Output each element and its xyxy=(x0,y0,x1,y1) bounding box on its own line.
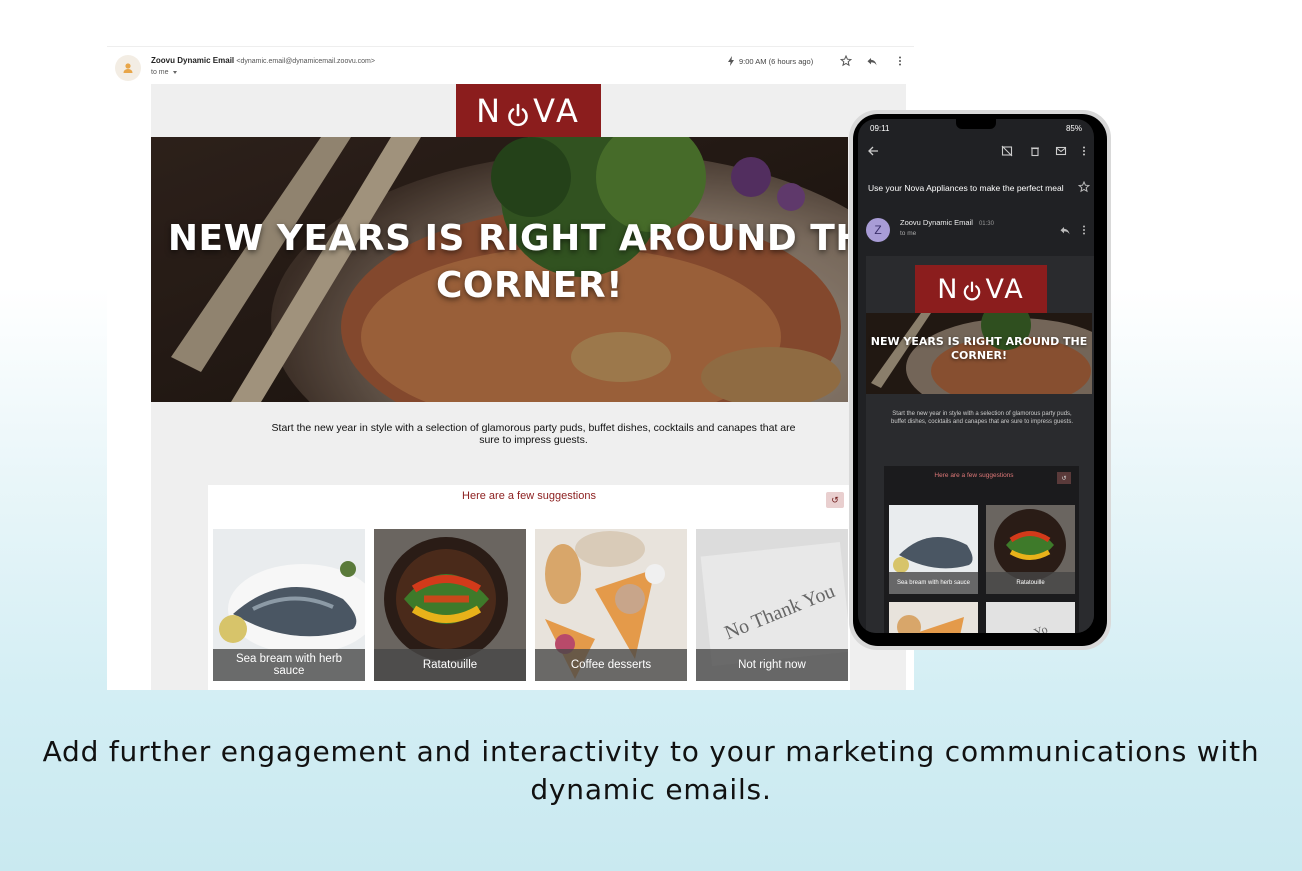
more-vert-icon xyxy=(1083,146,1085,156)
card-label: Coffee desserts xyxy=(535,649,687,681)
card-label: Sea bream with herb sauce xyxy=(213,649,365,681)
reply-icon xyxy=(867,58,877,66)
sender-name[interactable]: Zoovu Dynamic Email xyxy=(151,56,234,65)
phone-toolbar xyxy=(858,139,1094,163)
status-battery: 85% xyxy=(1065,123,1082,133)
more-vert-icon xyxy=(899,56,901,66)
card-label: Sea bream with herb sauce xyxy=(889,572,978,594)
power-icon xyxy=(961,278,983,301)
star-icon[interactable] xyxy=(1078,181,1090,193)
star-button[interactable] xyxy=(839,54,853,68)
phone-sender-name: Zoovu Dynamic Email xyxy=(900,218,973,227)
phone-mockup: 09:11 85% Use your Nova Appliances to ma… xyxy=(849,110,1111,650)
email-body: N VA NEW YEARS IS RIGHT AROUND THE CORNE… xyxy=(151,84,906,690)
phone-sender: Zoovu Dynamic Email 01:30 xyxy=(900,218,994,227)
recipient-toggle[interactable]: to me xyxy=(151,69,177,76)
phone-more-button[interactable] xyxy=(1077,144,1091,158)
status-time: 09:11 xyxy=(870,123,890,133)
phone-card-not-right-now[interactable]: Yo xyxy=(986,602,1075,633)
hero-banner: NEW YEARS IS RIGHT AROUND THE CORNER! xyxy=(151,137,848,402)
power-icon xyxy=(505,98,531,126)
phone-card-coffee-desserts[interactable] xyxy=(889,602,978,633)
suggestion-card-not-right-now[interactable]: No Thank You Not right now xyxy=(696,529,848,681)
marketing-caption: Add further engagement and interactivity… xyxy=(42,735,1260,806)
logo-letters-right: VA xyxy=(533,91,581,130)
hero-title: NEW YEARS IS RIGHT AROUND THE CORNER! xyxy=(167,218,848,306)
coffee-desserts-image xyxy=(889,602,978,633)
refresh-icon: ↺ xyxy=(1061,475,1067,482)
timestamp: 9:00 AM (6 hours ago) xyxy=(727,56,813,66)
more-vert-icon[interactable] xyxy=(1079,224,1089,236)
card-label: Ratatouille xyxy=(986,572,1075,594)
card-label: Ratatouille xyxy=(374,649,526,681)
logo-letters-left: N xyxy=(937,273,960,305)
phone-recipient[interactable]: to me xyxy=(900,230,916,237)
archive-icon xyxy=(1001,145,1013,157)
back-button[interactable] xyxy=(866,144,880,158)
phone-sender-avatar[interactable]: Z xyxy=(866,218,890,242)
refresh-icon: ↺ xyxy=(831,494,839,505)
suggestions-panel: Here are a few suggestions ↺ Sea bream w… xyxy=(208,485,850,690)
logo-letters-left: N xyxy=(476,91,504,130)
timestamp-text: 9:00 AM (6 hours ago) xyxy=(739,56,814,66)
status-bar: 09:11 85% xyxy=(858,119,1094,137)
suggestion-card-ratatouille[interactable]: Ratatouille xyxy=(374,529,526,681)
suggestion-cards: Sea bream with herb sauce Ratatouille Co… xyxy=(213,529,848,681)
phone-card-sea-bream[interactable]: Sea bream with herb sauce xyxy=(889,505,978,594)
back-arrow-icon xyxy=(868,146,878,156)
mail-icon xyxy=(1055,146,1067,156)
phone-suggestions-panel: Here are a few suggestions ↺ Sea bream w… xyxy=(884,466,1079,633)
delete-button[interactable] xyxy=(1028,144,1042,158)
phone-intro-text: Start the new year in style with a selec… xyxy=(891,411,1073,425)
reply-button[interactable] xyxy=(865,54,879,68)
phone-refresh-button[interactable]: ↺ xyxy=(1057,472,1071,484)
person-avatar-icon xyxy=(123,63,133,73)
logo-letters-right: VA xyxy=(985,273,1025,305)
trash-icon xyxy=(1031,147,1039,157)
bolt-icon xyxy=(728,56,734,66)
phone-subject: Use your Nova Appliances to make the per… xyxy=(868,183,1064,193)
archive-button[interactable] xyxy=(1000,144,1014,158)
phone-nova-logo: N VA xyxy=(915,265,1047,313)
suggestion-card-sea-bream[interactable]: Sea bream with herb sauce xyxy=(213,529,365,681)
phone-time: 01:30 xyxy=(978,221,994,227)
phone-suggestions-title: Here are a few suggestions xyxy=(934,472,1014,479)
phone-screen: 09:11 85% Use your Nova Appliances to ma… xyxy=(858,119,1094,633)
mark-unread-button[interactable] xyxy=(1054,144,1068,158)
caret-down-icon xyxy=(172,70,177,74)
intro-text: Start the new year in style with a selec… xyxy=(271,422,796,446)
star-icon xyxy=(840,55,852,67)
sender-address: <dynamic.email@dynamicemail.zoovu.com> xyxy=(236,58,375,65)
sender-line: Zoovu Dynamic Email <dynamic.email@dynam… xyxy=(151,56,375,65)
no-thank-you-image: Yo xyxy=(986,602,1075,633)
more-options-button[interactable] xyxy=(893,54,907,68)
phone-card-ratatouille[interactable]: Ratatouille xyxy=(986,505,1075,594)
desktop-email-window: Zoovu Dynamic Email <dynamic.email@dynam… xyxy=(107,46,914,690)
phone-hero-title: NEW YEARS IS RIGHT AROUND THE CORNER! xyxy=(870,335,1088,362)
phone-suggestion-cards: Sea bream with herb sauce Ratatouille Yo xyxy=(889,505,1075,633)
card-label: Not right now xyxy=(696,649,848,681)
reply-icon[interactable] xyxy=(1059,224,1071,236)
refresh-button[interactable]: ↺ xyxy=(826,492,844,508)
recipient-label: to me xyxy=(151,69,169,76)
suggestions-title: Here are a few suggestions xyxy=(462,490,596,502)
email-header: Zoovu Dynamic Email <dynamic.email@dynam… xyxy=(107,46,914,84)
phone-hero-banner: NEW YEARS IS RIGHT AROUND THE CORNER! xyxy=(866,313,1092,394)
suggestion-card-coffee-desserts[interactable]: Coffee desserts xyxy=(535,529,687,681)
nova-logo: N VA xyxy=(456,84,601,137)
sender-avatar[interactable] xyxy=(115,55,141,81)
phone-email-body: N VA NEW YEARS IS RIGHT AROUND THE CORNE… xyxy=(866,256,1094,633)
